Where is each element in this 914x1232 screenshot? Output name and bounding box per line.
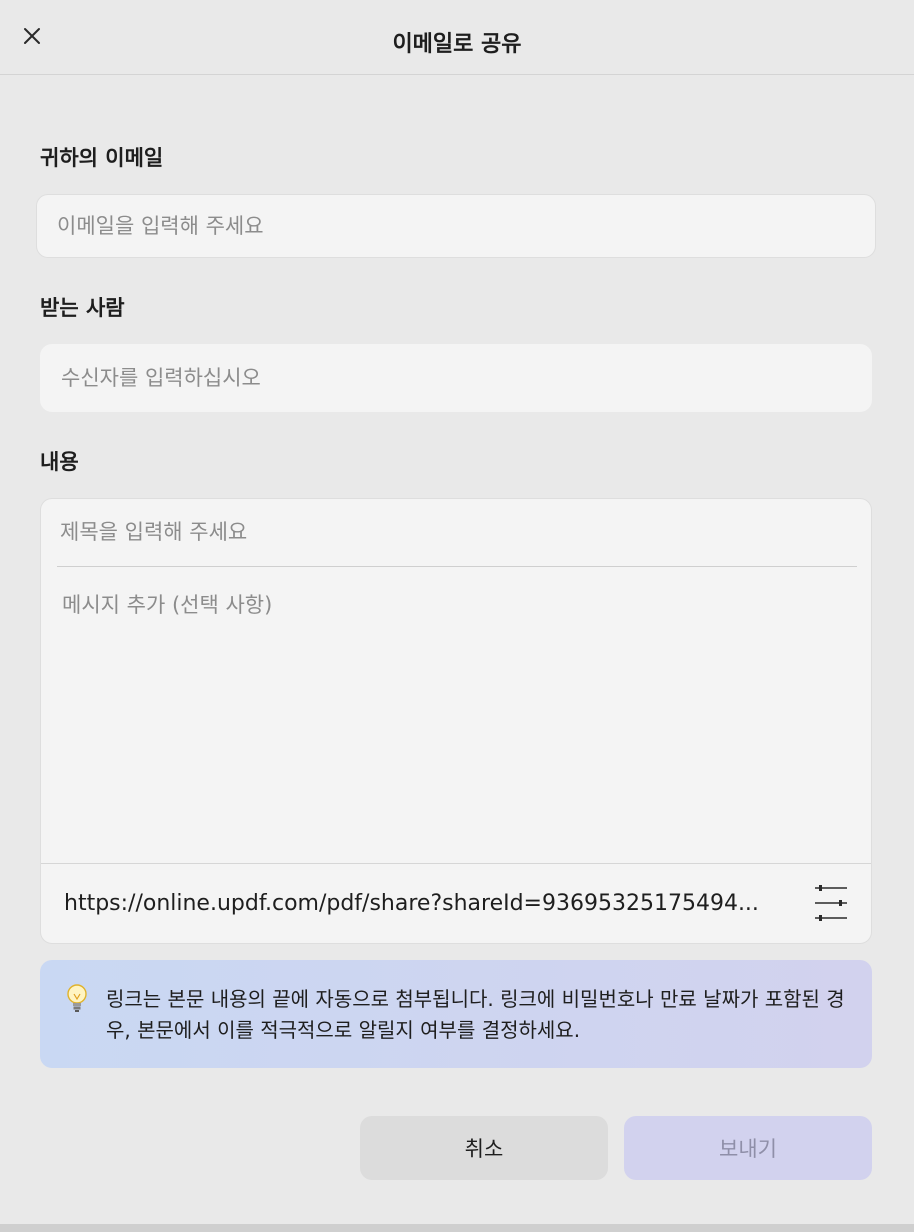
sliders-icon[interactable]: [813, 884, 849, 922]
link-divider: [41, 863, 871, 864]
window-bottom-edge: [0, 1224, 914, 1232]
link-settings-button[interactable]: [813, 884, 849, 922]
send-button[interactable]: 보내기: [624, 1116, 872, 1180]
dialog-title: 이메일로 공유: [392, 32, 522, 57]
recipient-input[interactable]: [40, 344, 872, 412]
subject-input[interactable]: [41, 499, 871, 565]
share-link: https://online.updf.com/pdf/share?shareI…: [64, 891, 759, 916]
your-email-input[interactable]: [36, 194, 876, 258]
content-label: 내용: [40, 450, 79, 474]
info-text: 링크는 본문 내용의 끝에 자동으로 첨부됩니다. 링크에 비밀번호나 만료 날…: [106, 987, 845, 1042]
subject-divider: [57, 566, 857, 567]
info-notice: 링크는 본문 내용의 끝에 자동으로 첨부됩니다. 링크에 비밀번호나 만료 날…: [40, 960, 872, 1068]
lightbulb-icon: [67, 984, 87, 1012]
your-email-label: 귀하의 이메일: [40, 146, 164, 170]
dialog-header: 이메일로 공유: [0, 0, 914, 75]
cancel-button[interactable]: 취소: [360, 1116, 608, 1180]
message-input[interactable]: [41, 583, 871, 859]
recipient-label: 받는 사람: [40, 296, 125, 320]
content-box: https://online.updf.com/pdf/share?shareI…: [40, 498, 872, 944]
